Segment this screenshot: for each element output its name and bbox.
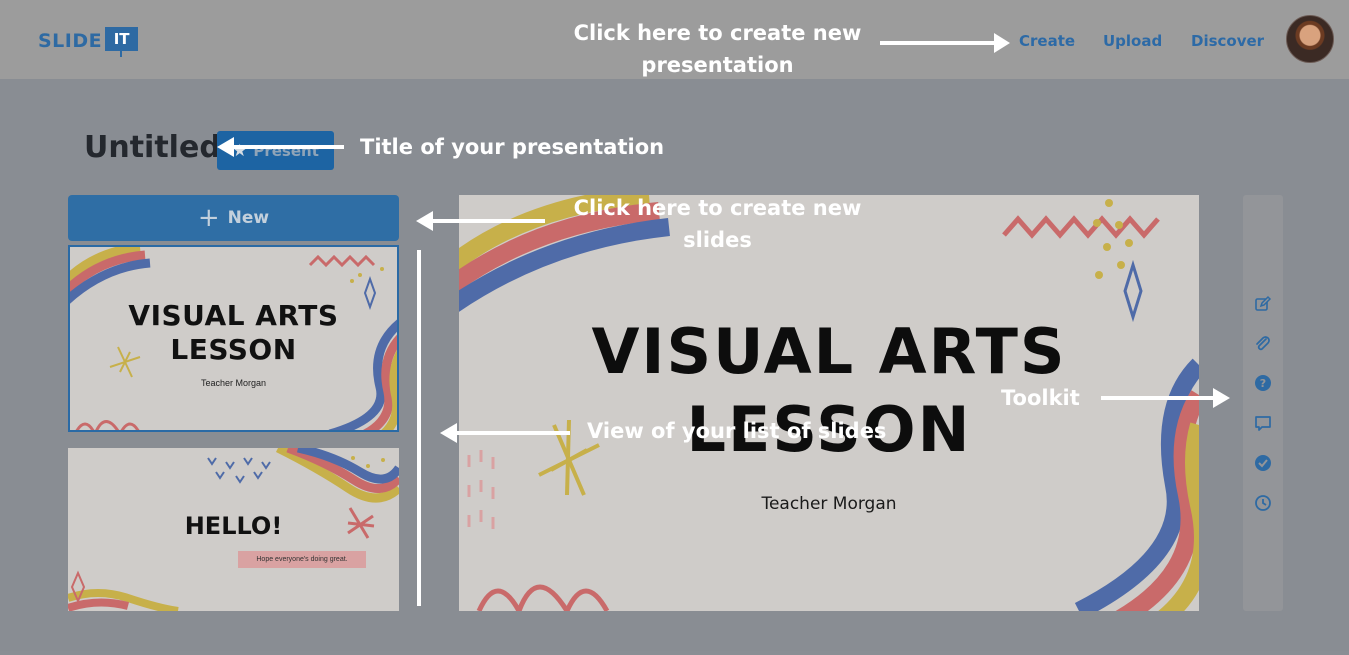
annotation-new-slides: Click here to create new slides — [573, 196, 862, 252]
annotation-slide-list: View of your list of slides — [587, 419, 887, 443]
annotation-arrows — [217, 33, 1230, 443]
annotation-toolkit: Toolkit — [1001, 386, 1080, 410]
annotation-create: Click here to create new presentation — [573, 21, 862, 77]
annotation-title: Title of your presentation — [360, 135, 665, 159]
bottom-border — [0, 651, 1349, 655]
